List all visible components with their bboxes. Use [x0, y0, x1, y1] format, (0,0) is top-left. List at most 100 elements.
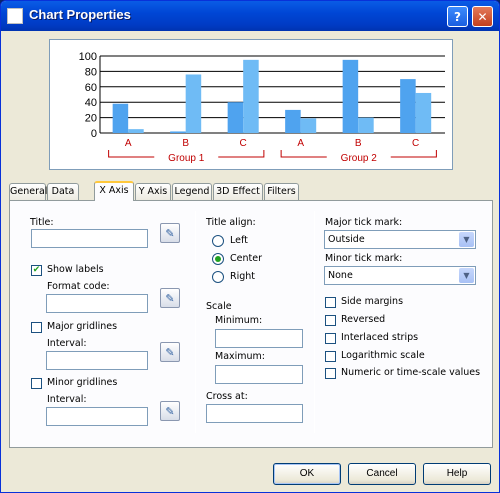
title-input[interactable] — [31, 229, 148, 248]
separator-right — [314, 211, 315, 433]
tab-filters[interactable]: Filters — [264, 183, 299, 200]
title-bar[interactable]: Chart Properties ? ✕ — [1, 1, 499, 31]
expression-icon: ✎ — [165, 291, 175, 305]
minor-interval-expression-button[interactable]: ✎ — [160, 401, 180, 421]
minor-tick-value: None — [328, 270, 353, 281]
group-bracket — [108, 150, 155, 158]
align-left-radio[interactable] — [212, 235, 224, 247]
align-left-label: Left — [230, 235, 248, 246]
numeric-time-scale-checkbox[interactable] — [325, 368, 336, 379]
bar — [300, 118, 317, 133]
bar — [185, 74, 202, 133]
expression-icon: ✎ — [165, 226, 175, 240]
x-axis-panel: Title: ✎ ✔ Show labels Format code: ✎ Ma… — [9, 200, 493, 448]
align-right-label: Right — [230, 271, 256, 282]
interlaced-strips-label: Interlaced strips — [341, 332, 419, 343]
bar — [112, 103, 129, 133]
logarithmic-scale-label: Logarithmic scale — [341, 350, 425, 361]
cancel-button[interactable]: Cancel — [348, 463, 416, 485]
tab-x-axis[interactable]: X Axis — [94, 181, 134, 201]
format-code-input[interactable] — [46, 294, 148, 313]
major-tick-value: Outside — [328, 234, 365, 245]
maximum-label: Maximum: — [215, 351, 266, 362]
ok-button[interactable]: OK — [273, 463, 341, 485]
minor-interval-label: Interval: — [47, 394, 87, 405]
side-margins-label: Side margins — [341, 296, 404, 307]
tab-legend[interactable]: Legend — [172, 183, 212, 200]
chevron-down-icon: ▼ — [459, 268, 474, 283]
help-title-button[interactable]: ? — [447, 6, 468, 27]
bar — [128, 129, 144, 133]
reversed-label: Reversed — [341, 314, 386, 325]
tab-y-axis[interactable]: Y Axis — [135, 183, 171, 200]
category-label: B — [355, 138, 362, 149]
align-right-radio[interactable] — [212, 271, 224, 283]
tab-data[interactable]: Data — [47, 183, 79, 200]
group-label: Group 2 — [341, 153, 378, 164]
y-tick-label: 0 — [91, 128, 97, 140]
group-label: Group 1 — [168, 153, 205, 164]
minor-interval-input[interactable] — [46, 407, 148, 426]
interlaced-strips-checkbox[interactable] — [325, 333, 336, 344]
major-gridlines-label: Major gridlines — [47, 321, 118, 332]
close-button[interactable]: ✕ — [472, 6, 493, 27]
bar — [170, 131, 186, 133]
align-center-label: Center — [230, 253, 262, 264]
minor-gridlines-checkbox[interactable] — [31, 378, 42, 389]
y-tick-label: 80 — [85, 66, 97, 78]
logarithmic-scale-checkbox[interactable] — [325, 351, 336, 362]
help-button[interactable]: Help — [423, 463, 491, 485]
major-gridlines-checkbox[interactable] — [31, 322, 42, 333]
title-label: Title: — [30, 217, 54, 228]
major-interval-expression-button[interactable]: ✎ — [160, 342, 180, 362]
expression-icon: ✎ — [165, 345, 175, 359]
y-tick-label: 100 — [79, 51, 97, 63]
align-center-radio[interactable] — [212, 253, 224, 265]
y-tick-label: 20 — [85, 113, 97, 125]
bar — [342, 59, 359, 133]
minimum-label: Minimum: — [215, 315, 263, 326]
bar — [227, 102, 244, 133]
show-labels-checkbox[interactable]: ✔ — [31, 265, 42, 276]
major-tick-label: Major tick mark: — [325, 217, 403, 228]
category-label: C — [240, 138, 247, 149]
chart-properties-dialog: Chart Properties ? ✕ 100 80 60 40 20 0 A B C A B C G… — [0, 0, 500, 493]
minimum-input[interactable] — [215, 329, 303, 348]
format-code-expression-button[interactable]: ✎ — [160, 288, 180, 308]
y-tick-label: 60 — [85, 82, 97, 94]
group-bracket — [390, 150, 437, 158]
group-bracket — [218, 150, 265, 158]
show-labels-label: Show labels — [47, 264, 104, 275]
bar — [285, 109, 301, 133]
category-label: B — [182, 138, 189, 149]
minor-tick-select[interactable]: None ▼ — [324, 266, 476, 285]
bar — [415, 92, 432, 133]
group-bracket — [280, 150, 327, 158]
title-align-label: Title align: — [206, 217, 256, 228]
expression-icon: ✎ — [165, 404, 175, 418]
side-margins-checkbox[interactable] — [325, 297, 336, 308]
bar — [243, 59, 259, 133]
bar — [400, 79, 416, 133]
window-title: Chart Properties — [29, 7, 131, 22]
format-code-label: Format code: — [47, 281, 110, 292]
category-label: C — [412, 138, 419, 149]
major-tick-select[interactable]: Outside ▼ — [324, 230, 476, 249]
reversed-checkbox[interactable] — [325, 315, 336, 326]
maximum-input[interactable] — [215, 365, 303, 384]
chart-app-icon — [7, 8, 23, 24]
cross-at-input[interactable] — [206, 404, 303, 423]
tab-3d-effect[interactable]: 3D Effect — [213, 183, 263, 200]
bar — [358, 117, 374, 133]
checkmark-icon: ✔ — [32, 265, 41, 275]
tab-general[interactable]: General — [9, 183, 47, 200]
scale-label: Scale — [206, 301, 232, 312]
separator-left — [195, 211, 196, 433]
category-label: A — [125, 138, 132, 149]
minor-gridlines-label: Minor gridlines — [47, 377, 118, 388]
preview-chart-svg: 100 80 60 40 20 0 A B C A B C Group 1 Group 2 — [79, 51, 445, 164]
major-interval-input[interactable] — [46, 351, 148, 370]
chevron-down-icon: ▼ — [459, 232, 474, 247]
title-expression-button[interactable]: ✎ — [160, 223, 180, 243]
question-icon: ? — [454, 9, 461, 24]
